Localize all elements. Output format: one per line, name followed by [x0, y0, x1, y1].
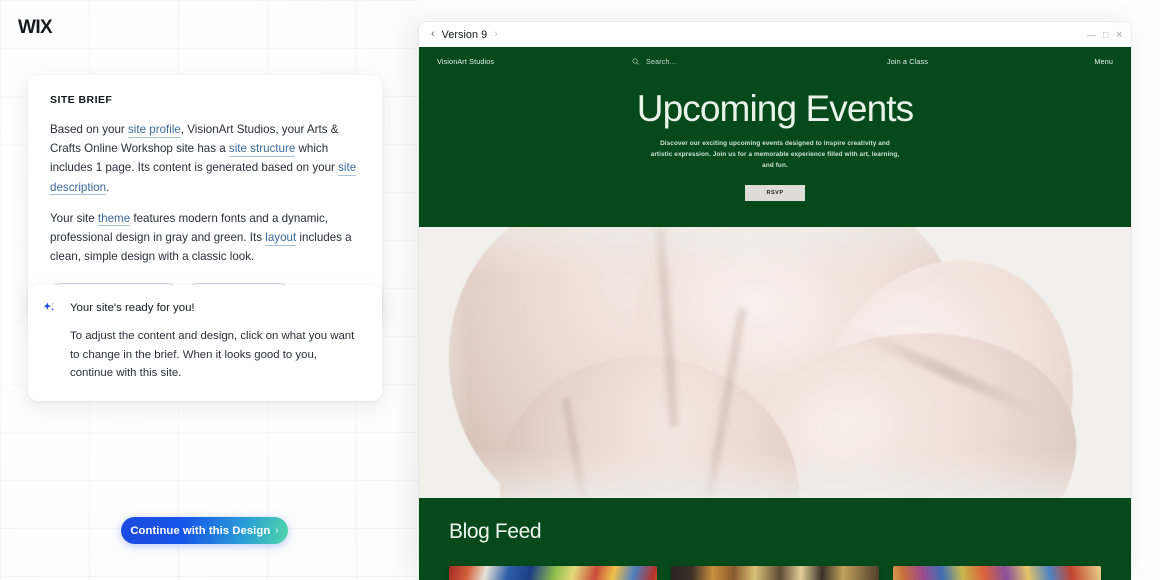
site-nav-join-a-class[interactable]: Join a Class	[887, 57, 1094, 66]
version-navigator: ‹ Version 9 ›	[431, 29, 498, 41]
close-icon[interactable]: ✕	[1115, 30, 1123, 39]
blog-card-image	[893, 565, 1101, 580]
blog-card-image	[449, 565, 657, 580]
preview-toolbar: ‹ Version 9 › — □ ✕	[419, 22, 1131, 47]
site-brand-name[interactable]: VisionArt Studios	[437, 57, 632, 66]
blog-card[interactable]	[893, 565, 1101, 580]
site-rsvp-button[interactable]: RSVP	[745, 184, 805, 201]
site-nav-menu[interactable]: Menu	[1094, 57, 1113, 66]
site-hero-section: Upcoming Events Discover our exciting up…	[419, 75, 1131, 227]
site-navbar: VisionArt Studios Search... Join a Class…	[419, 47, 1131, 75]
blog-card-image	[671, 565, 879, 580]
site-search-placeholder: Search...	[646, 56, 677, 66]
silk-crease	[652, 226, 682, 427]
generated-site-preview: VisionArt Studios Search... Join a Class…	[419, 47, 1131, 580]
site-hero-subtitle: Discover our exciting upcoming events de…	[650, 139, 900, 170]
silk-lobe	[683, 295, 1105, 498]
assistant-title: Your site's ready for you!	[70, 302, 195, 314]
silk-crease	[702, 306, 750, 497]
minimize-icon[interactable]: —	[1087, 30, 1096, 39]
brief-text: Your site	[50, 211, 98, 225]
brief-text: Based on your	[50, 123, 128, 136]
continue-with-this-design-button[interactable]: Continue with this Design ›	[121, 517, 288, 544]
wix-logo: WIX	[18, 17, 53, 38]
sparkle-icon-wrapper	[42, 300, 60, 320]
site-hero-image	[419, 226, 1131, 498]
previous-version-button[interactable]: ‹	[431, 29, 435, 40]
blog-card[interactable]	[671, 565, 879, 580]
silk-lobe	[606, 226, 992, 498]
site-structure-link[interactable]: site structure	[228, 142, 296, 157]
silk-fabric-illustration	[419, 226, 1131, 498]
layout-link[interactable]: layout	[265, 231, 297, 246]
site-preview-panel: ‹ Version 9 › — □ ✕ VisionArt Studios Se…	[419, 22, 1131, 580]
ai-sparkle-icon	[43, 302, 55, 311]
site-blog-feed-section: Blog Feed	[419, 497, 1131, 580]
site-brief-paragraph-2: Your site theme features modern fonts an…	[50, 209, 360, 267]
assistant-message-card: Your site's ready for you! To adjust the…	[28, 285, 382, 401]
chevron-right-icon: ›	[275, 525, 279, 536]
next-version-button[interactable]: ›	[494, 29, 498, 40]
continue-button-label: Continue with this Design	[130, 524, 271, 537]
theme-link[interactable]: theme	[97, 211, 131, 227]
search-icon	[632, 58, 639, 65]
silk-lobe	[430, 226, 768, 498]
assistant-row: Your site's ready for you! To adjust the…	[42, 300, 362, 383]
maximize-icon[interactable]: □	[1103, 30, 1108, 39]
silk-crease	[559, 396, 591, 498]
blog-card[interactable]	[449, 565, 657, 580]
version-label: Version 9	[441, 28, 488, 41]
assistant-text: To adjust the content and design, click …	[70, 330, 355, 380]
site-blog-feed-title: Blog Feed	[449, 519, 542, 543]
site-hero-title: Upcoming Events	[636, 88, 914, 129]
site-search[interactable]: Search...	[632, 57, 887, 66]
silk-crease	[855, 326, 1043, 419]
silk-lobe	[482, 336, 816, 498]
site-brief-heading: SITE BRIEF	[50, 94, 113, 106]
site-profile-link[interactable]: site profile	[128, 123, 181, 138]
brief-text: .	[106, 180, 110, 194]
assistant-body: Your site's ready for you! To adjust the…	[70, 300, 362, 383]
site-blog-card-list	[419, 565, 1131, 580]
site-brief-card: SITE BRIEF Based on your site profile, V…	[28, 75, 382, 321]
wix-ai-site-generator-screen: WIX SITE BRIEF Based on your site profil…	[0, 0, 1160, 580]
silk-lobe	[771, 226, 1117, 498]
site-brief-paragraph-1: Based on your site profile, VisionArt St…	[50, 120, 360, 197]
window-controls: — □ ✕	[1087, 30, 1123, 39]
